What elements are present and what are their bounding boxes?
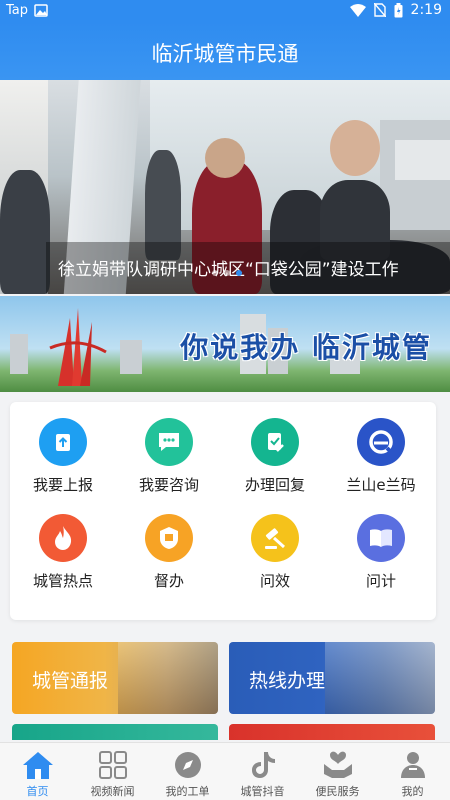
tile-label: 热线办理 bbox=[249, 670, 326, 692]
flame-icon bbox=[39, 514, 87, 562]
tab-douyin[interactable]: 城管抖音 bbox=[225, 743, 300, 800]
supervise-seal-icon bbox=[145, 514, 193, 562]
bottom-tab-bar: 首页 视频新闻 我的工单 城管抖音 便民服务 我的 bbox=[0, 742, 450, 800]
menu-label: 督办 bbox=[153, 572, 184, 590]
red-sculpture-icon bbox=[49, 308, 107, 386]
tab-home[interactable]: 首页 bbox=[0, 743, 75, 800]
menu-item-effect[interactable]: 问效 bbox=[222, 498, 328, 594]
tab-label: 便民服务 bbox=[315, 785, 360, 798]
tile-label: 城管通报 bbox=[32, 670, 109, 692]
menu-item-reply[interactable]: 办理回复 bbox=[222, 402, 328, 498]
carousel-caption[interactable]: 徐立娟带队调研中心城区“口袋公园”建设工作 bbox=[58, 255, 399, 280]
slogan-banner[interactable]: 你说我办 临沂城管 bbox=[0, 296, 450, 392]
banner-slogan: 你说我办 临沂城管 bbox=[180, 331, 432, 364]
status-app-label: Tap bbox=[6, 3, 29, 18]
tiktok-icon bbox=[225, 749, 300, 781]
tab-convenience[interactable]: 便民服务 bbox=[300, 743, 375, 800]
menu-label: 我要上报 bbox=[32, 476, 93, 494]
no-sim-icon bbox=[373, 3, 386, 17]
document-check-icon bbox=[251, 418, 299, 466]
tile-hotline[interactable]: 热线办理 bbox=[229, 642, 435, 714]
menu-label: 我要咨询 bbox=[138, 476, 199, 494]
tab-label: 我的工单 bbox=[165, 785, 210, 798]
status-bar: Tap 2:19 bbox=[0, 0, 450, 22]
carousel-indicator bbox=[212, 270, 242, 276]
menu-item-advice[interactable]: 问计 bbox=[328, 498, 434, 594]
menu-item-ecode[interactable]: 兰山e兰码 bbox=[328, 402, 434, 498]
menu-item-report[interactable]: 我要上报 bbox=[10, 402, 116, 498]
tab-label: 视频新闻 bbox=[90, 785, 135, 798]
carousel-dot-active bbox=[236, 270, 242, 276]
tab-mine[interactable]: 我的 bbox=[375, 743, 450, 800]
gavel-icon bbox=[251, 514, 299, 562]
tile-city-report[interactable]: 城管通报 bbox=[12, 642, 218, 714]
tab-video-news[interactable]: 视频新闻 bbox=[75, 743, 150, 800]
menu-item-consult[interactable]: 我要咨询 bbox=[116, 402, 222, 498]
image-notification-icon bbox=[34, 4, 48, 17]
status-time: 2:19 bbox=[410, 2, 442, 18]
upload-report-icon bbox=[39, 418, 87, 466]
tab-label: 我的 bbox=[401, 785, 424, 798]
carousel-dot bbox=[224, 270, 230, 276]
compass-icon bbox=[150, 749, 225, 781]
menu-label: 城管热点 bbox=[32, 572, 93, 590]
app-header: 临沂城管市民通 bbox=[0, 22, 450, 80]
open-book-icon bbox=[357, 514, 405, 562]
menu-label: 问效 bbox=[259, 572, 290, 590]
heart-hands-icon bbox=[300, 749, 375, 781]
tab-label: 首页 bbox=[26, 785, 49, 798]
service-menu: 我要上报 我要咨询 办理回复 兰山e兰码 城管热点 督办 问效 问计 bbox=[10, 402, 436, 620]
menu-label: 兰山e兰码 bbox=[346, 476, 416, 494]
tab-label: 城管抖音 bbox=[240, 785, 285, 798]
home-icon bbox=[0, 749, 75, 781]
person-icon bbox=[375, 749, 450, 781]
wifi-icon bbox=[349, 3, 366, 17]
news-carousel[interactable]: 徐立娟带队调研中心城区“口袋公园”建设工作 bbox=[0, 80, 450, 294]
tile-partial-right[interactable] bbox=[229, 724, 435, 740]
tile-partial-left[interactable] bbox=[12, 724, 218, 740]
e-code-icon bbox=[357, 418, 405, 466]
chat-bubble-icon bbox=[145, 418, 193, 466]
menu-item-hotspot[interactable]: 城管热点 bbox=[10, 498, 116, 594]
carousel-dot bbox=[212, 270, 218, 276]
tab-my-orders[interactable]: 我的工单 bbox=[150, 743, 225, 800]
menu-label: 问计 bbox=[365, 572, 396, 590]
menu-item-supervise[interactable]: 督办 bbox=[116, 498, 222, 594]
page-title: 临沂城管市民通 bbox=[151, 42, 299, 66]
menu-label: 办理回复 bbox=[244, 476, 305, 494]
battery-icon bbox=[394, 2, 403, 18]
grid-icon bbox=[75, 749, 150, 781]
